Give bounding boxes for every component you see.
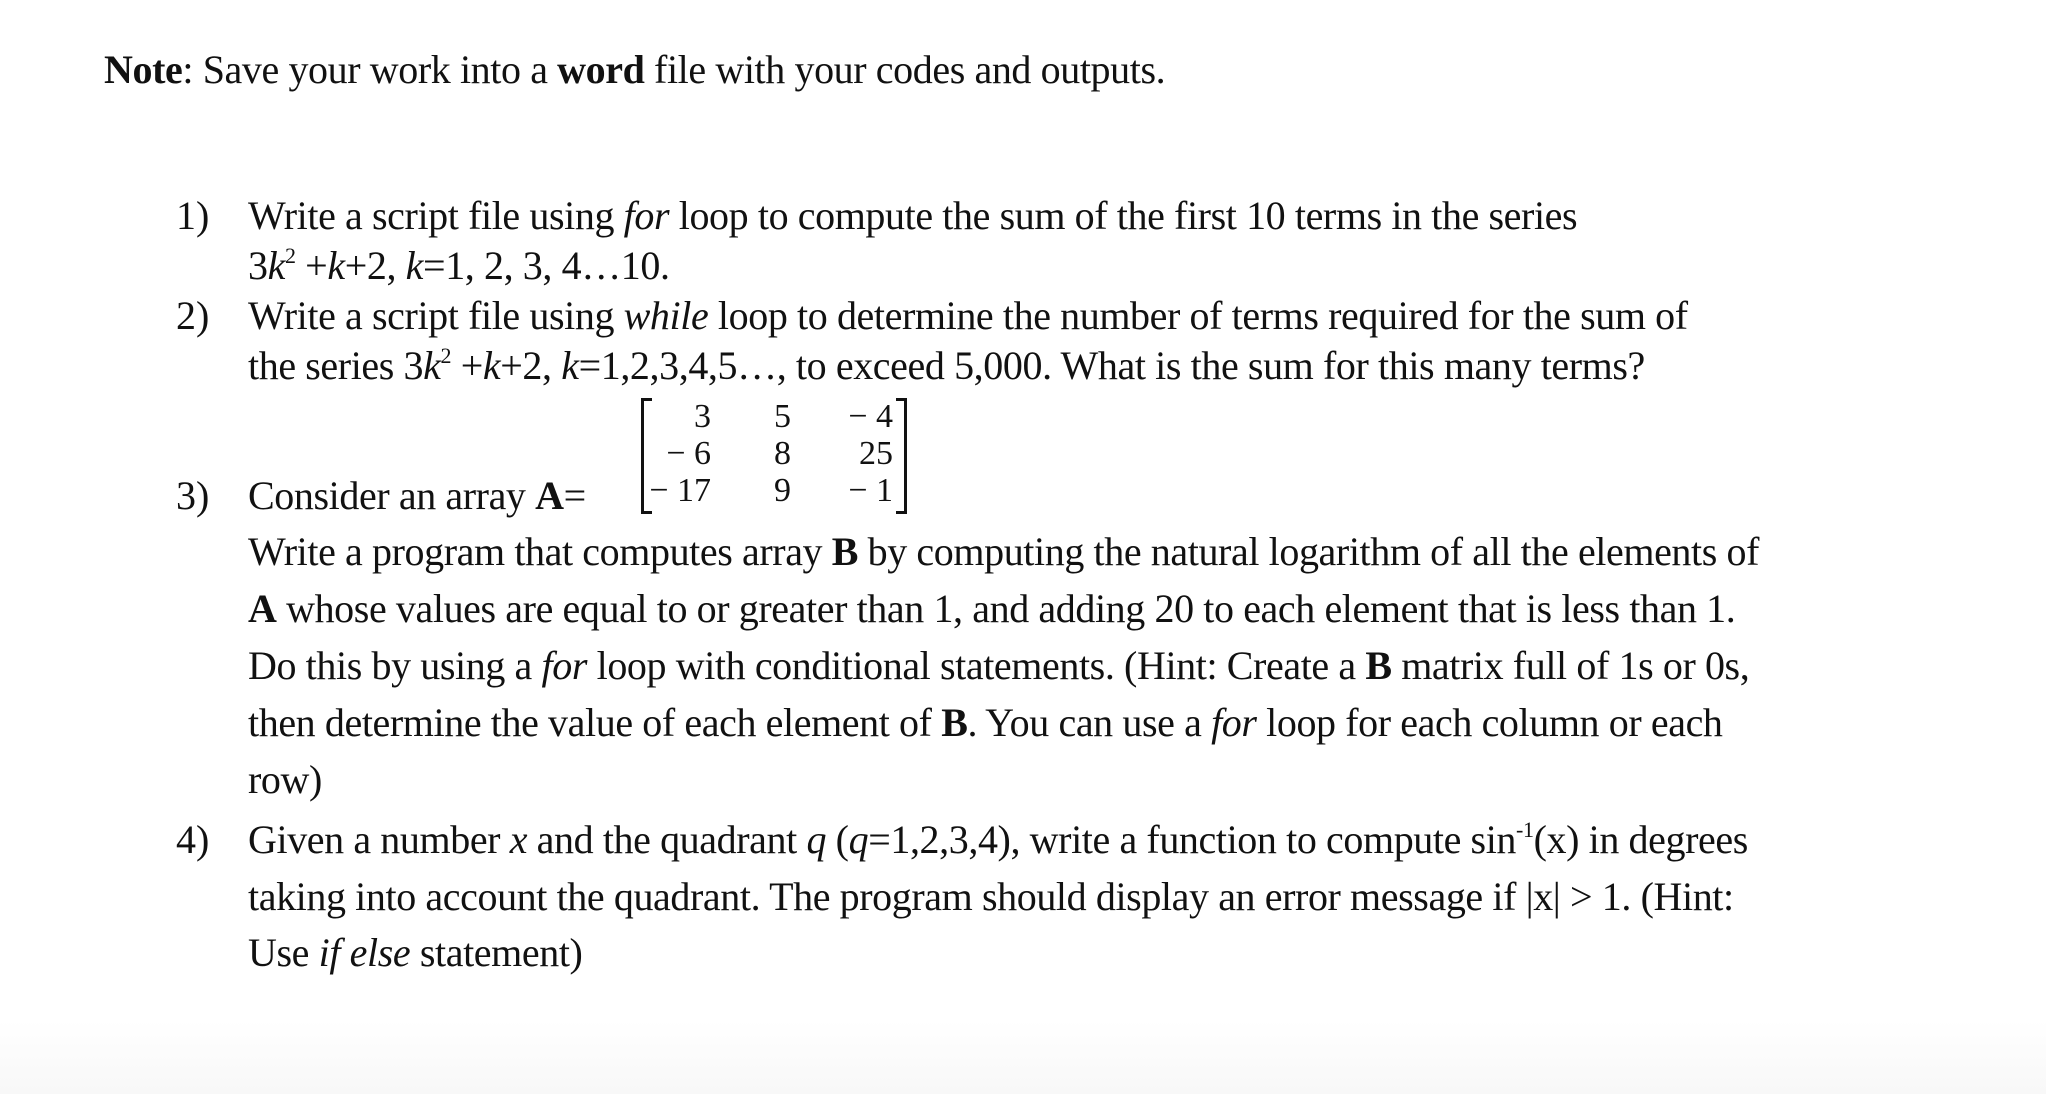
question-number: 1) xyxy=(176,193,210,238)
matrix-a: 3 5 − 4 − 6 8 25 − 17 9 − 1 xyxy=(641,398,907,514)
note-line: Note: Save your work into a word file wi… xyxy=(104,47,1166,92)
series-formula: 3k2 +k+2, k=1, 2, 3, 4…10. xyxy=(248,243,670,288)
matrix-cell: 5 xyxy=(774,398,791,435)
question-line: Given a number x and the quadrant q (q=1… xyxy=(248,817,1748,862)
question-line: taking into account the quadrant. The pr… xyxy=(248,874,1734,919)
matrix-cell: − 1 xyxy=(848,472,893,509)
matrix-right-bracket xyxy=(896,398,907,514)
question-line: then determine the value of each element… xyxy=(248,700,1723,745)
question-line: Write a program that computes array B by… xyxy=(248,529,1760,574)
note-label: Note xyxy=(104,47,183,92)
question-line: Use if else statement) xyxy=(248,930,583,975)
array-name: A xyxy=(535,473,564,518)
question-number: 4) xyxy=(176,817,210,862)
word-emphasis: word xyxy=(557,47,645,92)
question-number: 3) xyxy=(176,473,210,518)
matrix-cell: 25 xyxy=(859,435,893,472)
matrix-cell: 3 xyxy=(694,398,711,435)
matrix-cell: 9 xyxy=(774,472,791,509)
matrix-cell: − 17 xyxy=(649,472,711,509)
matrix-cell: 8 xyxy=(774,435,791,472)
matrix-cell: − 6 xyxy=(666,435,711,472)
question-line: A whose values are equal to or greater t… xyxy=(248,586,1736,631)
question-line: Do this by using a for loop with conditi… xyxy=(248,643,1750,688)
question-number: 2) xyxy=(176,293,210,338)
question-line: Write a script file using while loop to … xyxy=(248,293,1688,338)
question-line: the series 3k2 +k+2, k=1,2,3,4,5…, to ex… xyxy=(248,343,1645,388)
question-line: row) xyxy=(248,757,322,802)
question-line: Write a script file using for loop to co… xyxy=(248,193,1578,238)
matrix-cell: − 4 xyxy=(848,398,893,435)
array-intro: Consider an array A= xyxy=(248,473,586,518)
